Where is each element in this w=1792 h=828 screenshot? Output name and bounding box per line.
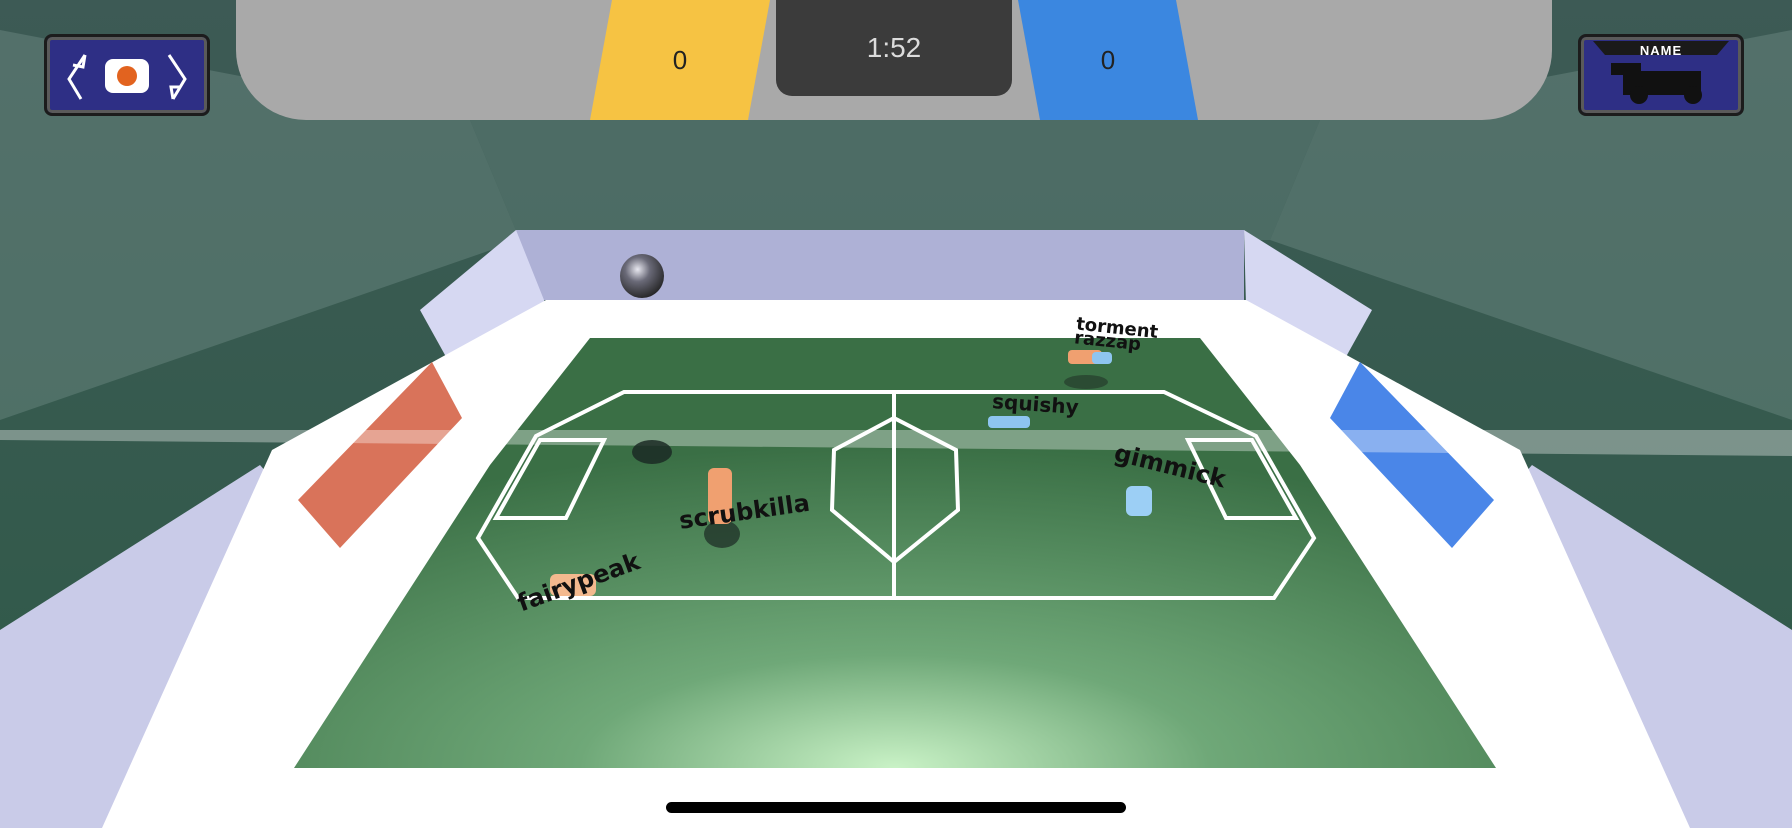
blue-score-value: 0 xyxy=(1100,44,1116,75)
home-indicator[interactable] xyxy=(666,802,1126,813)
camera-rotate-button[interactable] xyxy=(44,34,210,116)
glass-wall-top xyxy=(470,120,1320,240)
blue-team-score: 0 xyxy=(1018,0,1198,120)
car-name-label: NAME xyxy=(1639,43,1683,58)
match-timer: 1:52 xyxy=(776,0,1012,96)
ball xyxy=(620,254,664,298)
ball-shadow xyxy=(632,440,672,464)
car-squishy xyxy=(988,416,1030,428)
game-arena: torment razzap squishy gimmick scrubkill… xyxy=(0,0,1792,828)
camera-rotate-icon xyxy=(67,54,187,100)
yellow-team-score: 0 xyxy=(590,0,770,120)
timer-value: 1:52 xyxy=(866,32,922,63)
yellow-score-value: 0 xyxy=(672,44,688,75)
car-select-button[interactable]: NAME xyxy=(1578,34,1744,116)
car-gimmick xyxy=(1126,486,1152,516)
